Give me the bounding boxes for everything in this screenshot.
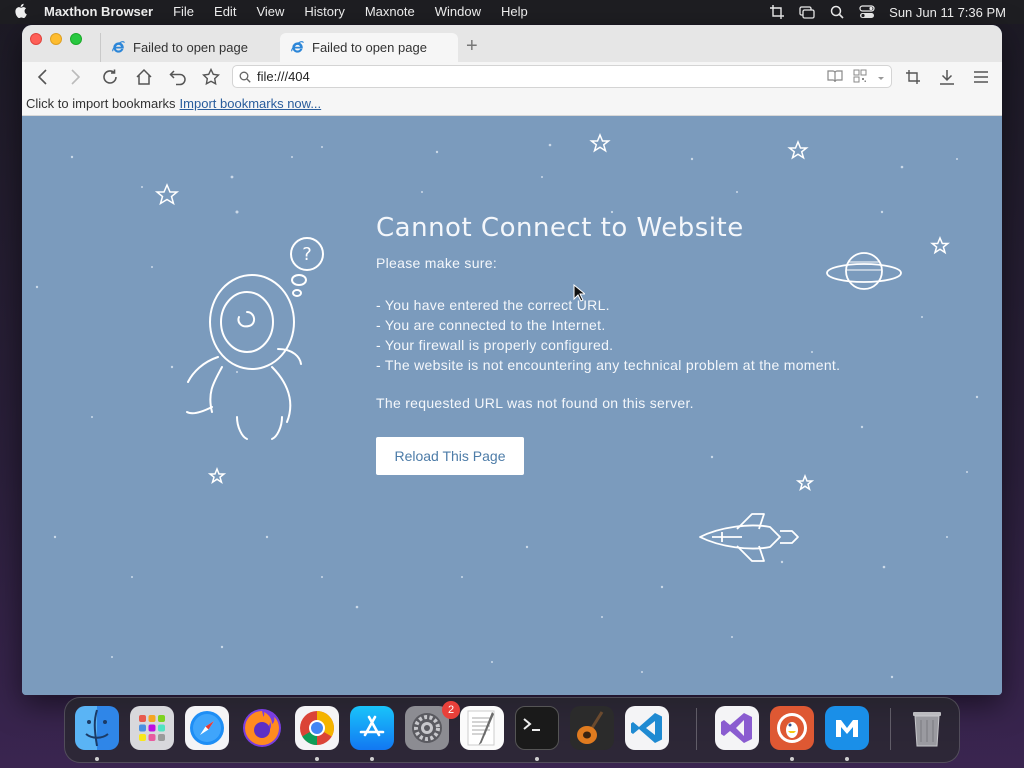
home-icon[interactable] (135, 68, 153, 86)
check-item: - You have entered the correct URL. (376, 297, 610, 313)
reload-icon[interactable] (101, 68, 119, 86)
import-bookmarks-prompt: Click to import bookmarks (26, 96, 176, 111)
running-indicator (315, 757, 319, 761)
menu-bar: Maxthon Browser File Edit View History M… (0, 0, 1024, 24)
crop-status-icon[interactable] (769, 5, 785, 19)
ie-favicon-icon (112, 41, 125, 53)
chrome-icon[interactable] (295, 706, 339, 750)
back-icon[interactable] (34, 68, 52, 86)
not-found-message: The requested URL was not found on this … (376, 395, 694, 411)
textedit-icon[interactable] (460, 706, 504, 750)
favorite-star-icon[interactable] (202, 68, 220, 86)
close-window-button[interactable] (30, 33, 42, 45)
running-indicator (370, 757, 374, 761)
error-title: Cannot Connect to Website (376, 213, 744, 243)
new-tab-button[interactable]: + (466, 36, 478, 56)
menu-window[interactable]: Window (425, 0, 491, 24)
running-indicator (845, 757, 849, 761)
finder-icon[interactable] (75, 706, 119, 750)
screenshot-icon[interactable] (904, 68, 922, 86)
minimize-window-button[interactable] (50, 33, 62, 45)
address-bar[interactable]: file:///404 (232, 65, 892, 88)
check-item: - You are connected to the Internet. (376, 317, 606, 333)
running-indicator (535, 757, 539, 761)
menu-app-name[interactable]: Maxthon Browser (40, 0, 163, 24)
chevron-down-icon[interactable] (877, 70, 885, 85)
download-icon[interactable] (938, 68, 956, 86)
reload-page-button[interactable]: Reload This Page (376, 437, 524, 475)
apple-menu-icon[interactable] (0, 3, 40, 21)
tab-failed-2-active[interactable]: Failed to open page (280, 33, 458, 62)
bookmark-bar: Click to import bookmarks Import bookmar… (22, 92, 1002, 116)
terminal-icon[interactable] (515, 706, 559, 750)
check-item: - The website is not encountering any te… (376, 357, 841, 373)
menu-maxnote[interactable]: Maxnote (355, 0, 425, 24)
undo-close-icon[interactable] (169, 68, 187, 86)
search-icon (239, 71, 251, 83)
reader-mode-icon[interactable] (827, 69, 843, 86)
running-indicator (790, 757, 794, 761)
ie-favicon-icon (291, 41, 304, 53)
menu-clock[interactable]: Sun Jun 11 7:36 PM (889, 5, 1006, 20)
tab-strip: Failed to open page Failed to open page … (22, 25, 1002, 62)
error-intro: Please make sure: (376, 255, 498, 271)
tab-failed-1[interactable]: Failed to open page (100, 33, 278, 62)
import-bookmarks-link[interactable]: Import bookmarks now... (180, 96, 322, 111)
navigation-toolbar: file:///404 (22, 62, 1002, 92)
tab-title: Failed to open page (312, 40, 427, 55)
garageband-icon[interactable] (570, 706, 614, 750)
forward-icon[interactable] (66, 68, 84, 86)
menu-history[interactable]: History (294, 0, 354, 24)
vscode-icon[interactable] (625, 706, 669, 750)
mouse-cursor-icon (573, 284, 585, 302)
qr-code-icon[interactable] (853, 69, 867, 86)
running-indicator (95, 757, 99, 761)
notification-badge: 2 (442, 701, 460, 719)
maxthon-icon[interactable] (825, 706, 869, 750)
screen-mirroring-icon[interactable] (799, 5, 815, 19)
dock-separator (696, 708, 697, 750)
svg-text:?: ? (302, 244, 312, 265)
tab-title: Failed to open page (133, 40, 248, 55)
menu-file[interactable]: File (163, 0, 204, 24)
search-icon[interactable] (829, 5, 845, 19)
visual-studio-icon[interactable] (715, 706, 759, 750)
app-store-icon[interactable] (350, 706, 394, 750)
dock: 2 (64, 697, 960, 763)
duckduckgo-icon[interactable] (770, 706, 814, 750)
astronaut-illustration: ? (186, 237, 324, 440)
error-checklist: - You have entered the correct URL. - Yo… (376, 295, 840, 375)
zoom-window-button[interactable] (70, 33, 82, 45)
browser-window: Failed to open page Failed to open page … (22, 25, 1002, 695)
safari-icon[interactable] (185, 706, 229, 750)
dock-separator (890, 708, 891, 750)
error-message: Cannot Connect to Website Please make su… (376, 213, 840, 475)
control-center-icon[interactable] (859, 5, 875, 19)
space-shuttle-illustration (699, 513, 799, 562)
error-page: ? Cannot Connect to Website Please make … (22, 117, 1002, 695)
menu-hamburger-icon[interactable] (972, 68, 990, 86)
menu-help[interactable]: Help (491, 0, 538, 24)
menu-edit[interactable]: Edit (204, 0, 246, 24)
firefox-icon[interactable] (240, 706, 284, 750)
menu-view[interactable]: View (246, 0, 294, 24)
trash-icon[interactable] (905, 706, 949, 750)
launchpad-icon[interactable] (130, 706, 174, 750)
window-controls (30, 33, 82, 45)
check-item: - Your firewall is properly configured. (376, 337, 614, 353)
url-text[interactable]: file:///404 (257, 69, 310, 84)
